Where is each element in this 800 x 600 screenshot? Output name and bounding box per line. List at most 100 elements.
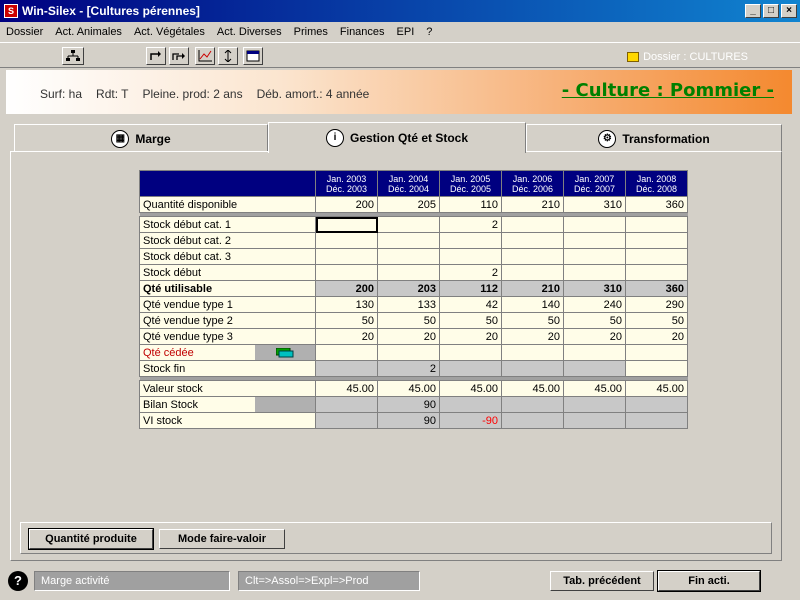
menu-dossier[interactable]: Dossier	[6, 26, 43, 38]
cell[interactable]	[625, 344, 688, 361]
cell[interactable]: 360	[625, 196, 688, 213]
cell[interactable]	[501, 232, 564, 249]
cell[interactable]	[439, 232, 502, 249]
cell[interactable]	[377, 344, 440, 361]
cell[interactable]: 45.00	[501, 380, 564, 397]
cell[interactable]: 200	[315, 196, 378, 213]
cell[interactable]	[377, 232, 440, 249]
cell[interactable]	[501, 248, 564, 265]
cell[interactable]	[563, 216, 626, 233]
cell[interactable]: 130	[315, 296, 378, 313]
row-label-bilan: Bilan Stock	[139, 396, 316, 413]
menu-help[interactable]: ?	[426, 26, 432, 38]
cell[interactable]	[625, 248, 688, 265]
cell[interactable]: 50	[439, 312, 502, 329]
redo-all-icon[interactable]	[169, 47, 189, 65]
folder-icon	[627, 52, 640, 62]
menu-primes[interactable]: Primes	[294, 26, 328, 38]
calendar-icon[interactable]	[243, 47, 263, 65]
cell[interactable]: 20	[563, 328, 626, 345]
menu-act-diverses[interactable]: Act. Diverses	[217, 26, 282, 38]
cell[interactable]	[501, 216, 564, 233]
hierarchy-icon[interactable]	[62, 47, 84, 65]
cell[interactable]: 42	[439, 296, 502, 313]
silex-app-icon[interactable]: S	[4, 4, 18, 18]
cell: 310	[563, 280, 626, 297]
cell[interactable]: 20	[377, 328, 440, 345]
cell[interactable]: 20	[439, 328, 502, 345]
row-label: VI stock	[139, 412, 316, 429]
cell[interactable]: 45.00	[377, 380, 440, 397]
cell[interactable]: 50	[625, 312, 688, 329]
cell[interactable]	[439, 248, 502, 265]
cell[interactable]: 45.00	[563, 380, 626, 397]
cell[interactable]	[315, 248, 378, 265]
cell[interactable]	[315, 344, 378, 361]
cell[interactable]: 2	[439, 216, 502, 233]
cell[interactable]: 20	[625, 328, 688, 345]
cell[interactable]: 140	[501, 296, 564, 313]
close-button[interactable]: ×	[781, 4, 797, 18]
quantite-produite-button[interactable]: Quantité produite	[28, 528, 154, 550]
cell[interactable]	[563, 248, 626, 265]
cell[interactable]	[439, 344, 502, 361]
tab-precedent-button[interactable]: Tab. précédent	[550, 571, 654, 591]
cell[interactable]	[501, 344, 564, 361]
cell[interactable]	[563, 232, 626, 249]
table-row: Stock début cat. 3	[139, 248, 688, 265]
maximize-button[interactable]: □	[763, 4, 779, 18]
cell[interactable]: 310	[563, 196, 626, 213]
table-row: Stock début cat. 1 2	[139, 216, 688, 233]
menu-finances[interactable]: Finances	[340, 26, 385, 38]
cell[interactable]: 110	[439, 196, 502, 213]
cell[interactable]	[377, 248, 440, 265]
row-label: Stock début cat. 1	[139, 216, 316, 233]
cell	[439, 396, 502, 413]
menu-act-animales[interactable]: Act. Animales	[55, 26, 122, 38]
cell[interactable]	[315, 232, 378, 249]
menu-bar: Dossier Act. Animales Act. Végétales Act…	[0, 22, 800, 41]
cell[interactable]: 50	[563, 312, 626, 329]
mode-faire-valoir-button[interactable]: Mode faire-valoir	[159, 529, 285, 549]
cell[interactable]: 50	[501, 312, 564, 329]
help-icon[interactable]: ?	[8, 571, 28, 591]
cell[interactable]: 290	[625, 296, 688, 313]
cell[interactable]: 45.00	[625, 380, 688, 397]
menu-act-vegetales[interactable]: Act. Végétales	[134, 26, 205, 38]
cell	[315, 396, 378, 413]
cell	[563, 264, 626, 281]
cell[interactable]: 20	[501, 328, 564, 345]
fin-acti-button[interactable]: Fin acti.	[657, 570, 761, 592]
tab-gestion-stock[interactable]: i Gestion Qté et Stock	[268, 122, 526, 153]
sort-icon[interactable]	[218, 47, 238, 65]
cell[interactable]: 20	[315, 328, 378, 345]
cell[interactable]: 210	[501, 196, 564, 213]
cell[interactable]: 45.00	[439, 380, 502, 397]
row-label: Stock début cat. 2	[139, 232, 316, 249]
cell[interactable]: 133	[377, 296, 440, 313]
row-label: Quantité disponible	[139, 196, 316, 213]
cell[interactable]	[625, 232, 688, 249]
calculator-icon: ▦	[111, 129, 130, 148]
year-header: Jan. 2006 Déc. 2006	[501, 170, 564, 197]
graph-icon[interactable]	[195, 47, 215, 65]
cell[interactable]: 50	[377, 312, 440, 329]
cell[interactable]: 45.00	[315, 380, 378, 397]
cell[interactable]	[625, 216, 688, 233]
cell[interactable]: 240	[563, 296, 626, 313]
redo-icon[interactable]	[146, 47, 166, 65]
tab-transformation[interactable]: ⚙ Transformation	[526, 124, 782, 152]
cell[interactable]: 50	[315, 312, 378, 329]
menu-epi[interactable]: EPI	[397, 26, 415, 38]
minimize-button[interactable]: _	[745, 4, 761, 18]
tab-marge[interactable]: ▦ Marge	[14, 124, 268, 152]
cell[interactable]	[563, 344, 626, 361]
marge-activite-field[interactable]: Marge activité	[34, 571, 230, 591]
cell[interactable]	[377, 216, 440, 233]
toolbar: Dossier : CULTURES	[0, 42, 800, 68]
cell[interactable]: 205	[377, 196, 440, 213]
cell: 210	[501, 280, 564, 297]
transfer-button[interactable]	[255, 345, 315, 360]
active-cell[interactable]	[315, 216, 378, 233]
row-label: Stock début cat. 3	[139, 248, 316, 265]
